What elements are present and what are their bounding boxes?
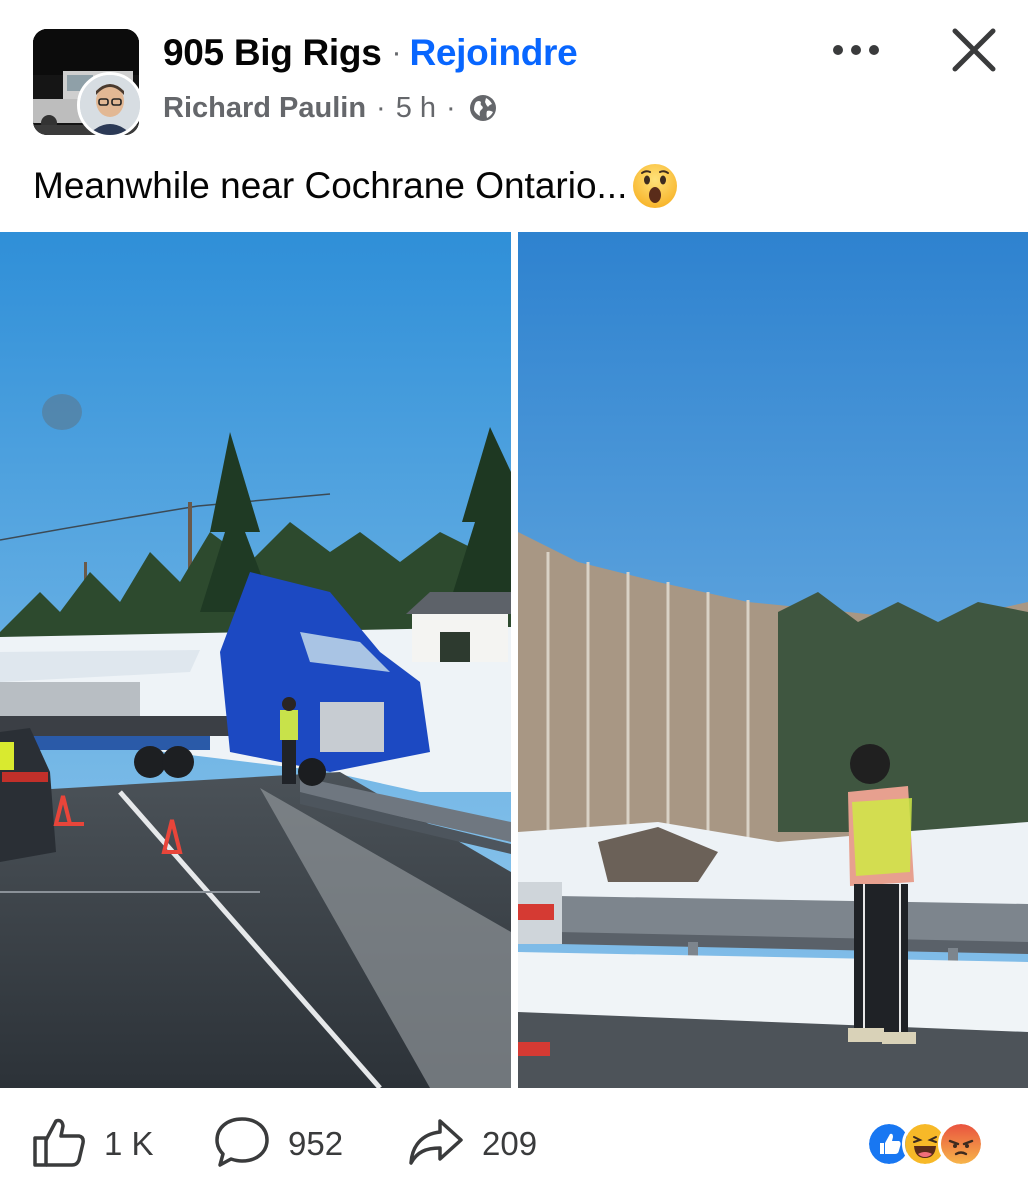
caption-text: Meanwhile near Cochrane Ontario... bbox=[33, 165, 628, 206]
post-actions: 1 K 952 209 bbox=[0, 1088, 1028, 1200]
post-card: 905 Big Rigs · Rejoindre Richard Paulin … bbox=[0, 0, 1028, 1200]
close-icon[interactable] bbox=[946, 22, 1002, 78]
post-header: 905 Big Rigs · Rejoindre Richard Paulin … bbox=[0, 0, 1028, 208]
photo-roadside-worker[interactable] bbox=[518, 232, 1028, 1088]
photo-truck-crash[interactable] bbox=[0, 232, 511, 1088]
share-button[interactable]: 209 bbox=[408, 1116, 537, 1172]
share-arrow-icon bbox=[408, 1117, 464, 1172]
wow-emoji-icon bbox=[631, 162, 679, 210]
globe-icon bbox=[468, 93, 498, 123]
join-group-button[interactable]: Rejoindre bbox=[409, 32, 577, 74]
comment-bubble-icon bbox=[214, 1115, 270, 1174]
reactions-summary[interactable] bbox=[866, 1118, 984, 1170]
comment-count: 952 bbox=[288, 1125, 344, 1162]
author-name-link[interactable]: Richard Paulin bbox=[163, 92, 366, 125]
group-name-link[interactable]: 905 Big Rigs bbox=[163, 32, 382, 74]
angry-reaction-icon bbox=[938, 1121, 984, 1167]
thumbs-up-icon bbox=[32, 1116, 86, 1173]
separator-dot: · bbox=[376, 91, 386, 124]
separator-dot: · bbox=[446, 91, 456, 124]
like-button[interactable]: 1 K bbox=[32, 1116, 154, 1172]
user-avatar[interactable] bbox=[77, 72, 143, 138]
group-line: 905 Big Rigs · Rejoindre bbox=[163, 30, 578, 76]
like-count: 1 K bbox=[104, 1125, 154, 1162]
share-count: 209 bbox=[482, 1125, 538, 1162]
post-caption: Meanwhile near Cochrane Ontario... bbox=[33, 160, 679, 212]
separator-dot: · bbox=[391, 36, 402, 69]
post-timestamp[interactable]: 5 h bbox=[396, 92, 436, 125]
post-meta: Richard Paulin · 5 h · bbox=[163, 88, 498, 128]
more-options-icon[interactable] bbox=[826, 28, 886, 72]
comment-button[interactable]: 952 bbox=[214, 1116, 343, 1172]
